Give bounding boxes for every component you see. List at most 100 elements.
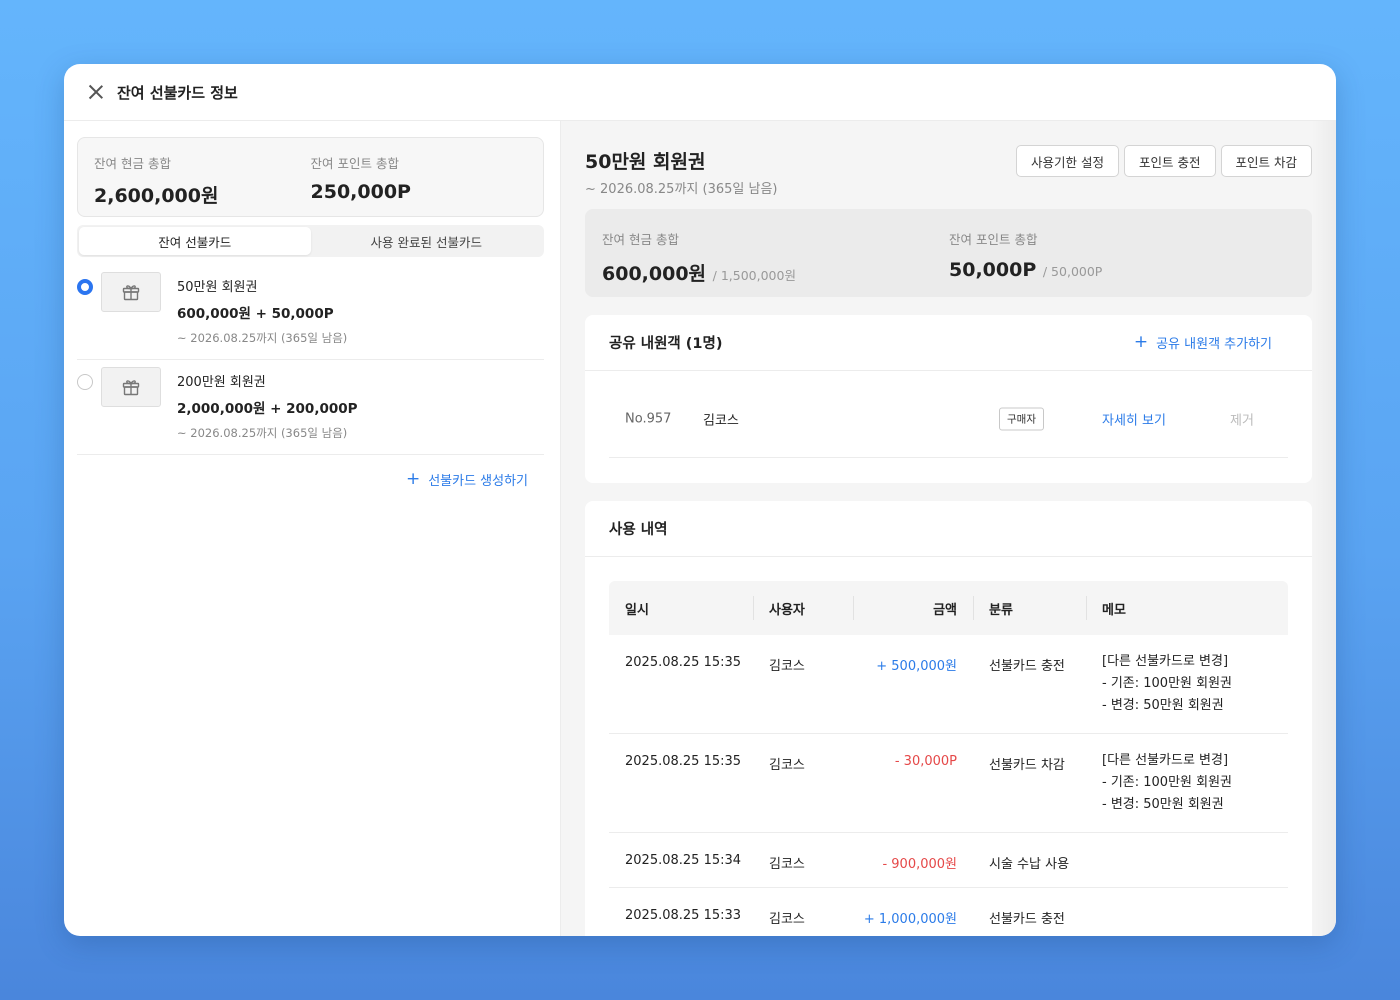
card-info: 200만원 회원권 2,000,000원 + 200,000P ~ 2026.0… — [177, 371, 358, 441]
table-row: 2025.08.25 15:33 김코스 + 1,000,000원 선불카드 충… — [609, 888, 1288, 936]
memo-line: - 기존: 100만원 회원권 — [1102, 676, 1233, 691]
total-point-value: 250,000P — [310, 181, 411, 203]
card-name: 50만원 회원권 — [177, 280, 258, 295]
row-user: 김코스 — [769, 659, 805, 674]
row-date: 2025.08.25 15:33 — [625, 908, 742, 923]
row-date: 2025.08.25 15:34 — [625, 853, 742, 868]
modal-body: 잔여 현금 총합 2,600,000원 잔여 포인트 총합 250,000P 잔… — [64, 121, 1336, 936]
memo-line: - 변경: 50만원 회원권 — [1102, 698, 1224, 713]
add-shared-member-button[interactable]: + 공유 내원객 추가하기 — [1134, 333, 1272, 353]
shared-members-title: 공유 내원객 (1명) — [609, 336, 723, 352]
create-card-button[interactable]: + 선불카드 생성하기 — [405, 469, 528, 490]
total-point: 잔여 포인트 총합 250,000P — [311, 153, 528, 216]
usage-history-section: 사용 내역 일시 사용자 금액 분류 메모 2025.08.25 15:35 김… — [585, 501, 1312, 936]
row-category: 선불카드 충전 — [989, 659, 1065, 674]
card-radio[interactable] — [77, 374, 93, 390]
card-expire: ~ 2026.08.25까지 (365일 남음) — [177, 331, 348, 345]
memo-line: - 기존: 100만원 회원권 — [1102, 775, 1233, 790]
card-point-value: 50,000P — [949, 259, 1037, 281]
col-user: 사용자 — [753, 581, 853, 635]
card-cash-total: / 1,500,000원 — [712, 268, 796, 283]
row-date: 2025.08.25 15:35 — [625, 754, 742, 769]
row-memo — [1086, 833, 1288, 887]
gift-icon — [122, 380, 140, 396]
detail-header: 50만원 회원권 ~ 2026.08.25까지 (365일 남음) 사용기한 설… — [585, 121, 1312, 209]
plus-icon: + — [405, 469, 421, 489]
row-user: 김코스 — [769, 912, 805, 927]
col-amount: 금액 — [853, 581, 973, 635]
col-memo: 메모 — [1086, 581, 1288, 635]
add-shared-member-label: 공유 내원객 추가하기 — [1156, 337, 1272, 352]
row-category: 시술 수납 사용 — [989, 857, 1070, 872]
memo-line: [다른 선불카드로 변경] — [1102, 753, 1229, 768]
row-memo — [1086, 888, 1288, 936]
total-point-label: 잔여 포인트 총합 — [310, 156, 399, 171]
card-cash: 잔여 현금 총합 600,000원 / 1,500,000원 — [602, 229, 949, 297]
col-category: 분류 — [973, 581, 1086, 635]
member-remove-button[interactable]: 제거 — [1230, 410, 1254, 429]
card-item[interactable]: 200만원 회원권 2,000,000원 + 200,000P ~ 2026.0… — [77, 360, 544, 455]
deduct-point-button[interactable]: 포인트 차감 — [1220, 145, 1312, 177]
row-category: 선불카드 차감 — [989, 758, 1065, 773]
tab-remaining-cards[interactable]: 잔여 선불카드 — [79, 227, 311, 255]
detail-actions: 사용기한 설정 포인트 충전 포인트 차감 — [1016, 145, 1312, 177]
total-cash: 잔여 현금 총합 2,600,000원 — [94, 153, 311, 216]
usage-history-table: 일시 사용자 금액 분류 메모 2025.08.25 15:35 김코스 + 5… — [609, 581, 1288, 936]
member-detail-link[interactable]: 자세히 보기 — [1102, 410, 1166, 429]
close-icon[interactable] — [88, 84, 104, 100]
row-category: 선불카드 충전 — [989, 912, 1065, 927]
modal-header: 잔여 선불카드 정보 — [64, 64, 1336, 121]
card-thumbnail — [101, 272, 161, 312]
card-summary: 잔여 현금 총합 600,000원 / 1,500,000원 잔여 포인트 총합… — [585, 209, 1312, 297]
create-card-label: 선불카드 생성하기 — [428, 474, 528, 489]
member-number: No.957 — [625, 411, 672, 427]
total-cash-label: 잔여 현금 총합 — [94, 156, 171, 171]
member-name: 김코스 — [703, 413, 739, 429]
memo-line: - 변경: 50만원 회원권 — [1102, 797, 1224, 812]
row-date: 2025.08.25 15:35 — [625, 655, 742, 670]
row-amount: - 30,000P — [894, 754, 957, 769]
card-name: 200만원 회원권 — [177, 375, 266, 390]
row-user: 김코스 — [769, 758, 805, 773]
card-cash-value: 600,000원 — [602, 263, 707, 285]
tab-used-cards[interactable]: 사용 완료된 선불카드 — [311, 227, 543, 255]
card-cash-value-wrap: 600,000원 / 1,500,000원 — [602, 259, 949, 286]
member-row: No.957 김코스 구매자 자세히 보기 제거 — [609, 371, 1288, 458]
row-user: 김코스 — [769, 857, 805, 872]
set-expiration-button[interactable]: 사용기한 설정 — [1016, 145, 1120, 177]
row-amount: + 500,000원 — [876, 659, 957, 674]
shared-members-header: 공유 내원객 (1명) + 공유 내원객 추가하기 — [585, 315, 1312, 371]
card-list-panel: 잔여 현금 총합 2,600,000원 잔여 포인트 총합 250,000P 잔… — [64, 121, 561, 936]
total-cash-value: 2,600,000원 — [94, 185, 219, 207]
card-expire: ~ 2026.08.25까지 (365일 남음) — [177, 426, 348, 440]
table-row: 2025.08.25 15:34 김코스 - 900,000원 시술 수납 사용 — [609, 833, 1288, 888]
row-memo: [다른 선불카드로 변경] - 기존: 100만원 회원권 - 변경: 50만원… — [1086, 734, 1288, 832]
card-info: 50만원 회원권 600,000원 + 50,000P ~ 2026.08.25… — [177, 276, 347, 346]
usage-history-title: 사용 내역 — [609, 522, 668, 538]
table-row: 2025.08.25 15:35 김코스 + 500,000원 선불카드 충전 … — [609, 635, 1288, 734]
prepaid-card-modal: 잔여 선불카드 정보 잔여 현금 총합 2,600,000원 잔여 포인트 총합… — [64, 64, 1336, 936]
total-summary: 잔여 현금 총합 2,600,000원 잔여 포인트 총합 250,000P — [77, 137, 544, 217]
card-point-value-wrap: 50,000P / 50,000P — [949, 259, 1296, 281]
shared-members-section: 공유 내원객 (1명) + 공유 내원객 추가하기 No.957 김코스 구매자… — [585, 315, 1312, 483]
card-point-total: / 50,000P — [1042, 264, 1103, 279]
card-radio[interactable] — [77, 279, 93, 295]
detail-subtitle: ~ 2026.08.25까지 (365일 남음) — [585, 182, 778, 197]
card-thumbnail — [101, 367, 161, 407]
card-point-label: 잔여 포인트 총합 — [949, 232, 1038, 247]
card-amount: 600,000원 + 50,000P — [177, 306, 334, 322]
row-amount: - 900,000원 — [882, 857, 957, 872]
card-item[interactable]: 50만원 회원권 600,000원 + 50,000P ~ 2026.08.25… — [77, 265, 544, 360]
memo-line: [다른 선불카드로 변경] — [1102, 654, 1229, 669]
detail-title: 50만원 회원권 — [585, 151, 706, 173]
usage-history-header: 사용 내역 — [585, 501, 1312, 557]
gift-icon — [122, 285, 140, 301]
card-cash-label: 잔여 현금 총합 — [602, 232, 679, 247]
table-header: 일시 사용자 금액 분류 메모 — [609, 581, 1288, 635]
charge-point-button[interactable]: 포인트 충전 — [1124, 145, 1216, 177]
card-tabs: 잔여 선불카드 사용 완료된 선불카드 — [77, 225, 544, 257]
modal-title: 잔여 선불카드 정보 — [117, 83, 238, 102]
table-row: 2025.08.25 15:35 김코스 - 30,000P 선불카드 차감 [… — [609, 734, 1288, 833]
col-date: 일시 — [625, 602, 649, 618]
card-amount: 2,000,000원 + 200,000P — [177, 401, 358, 417]
